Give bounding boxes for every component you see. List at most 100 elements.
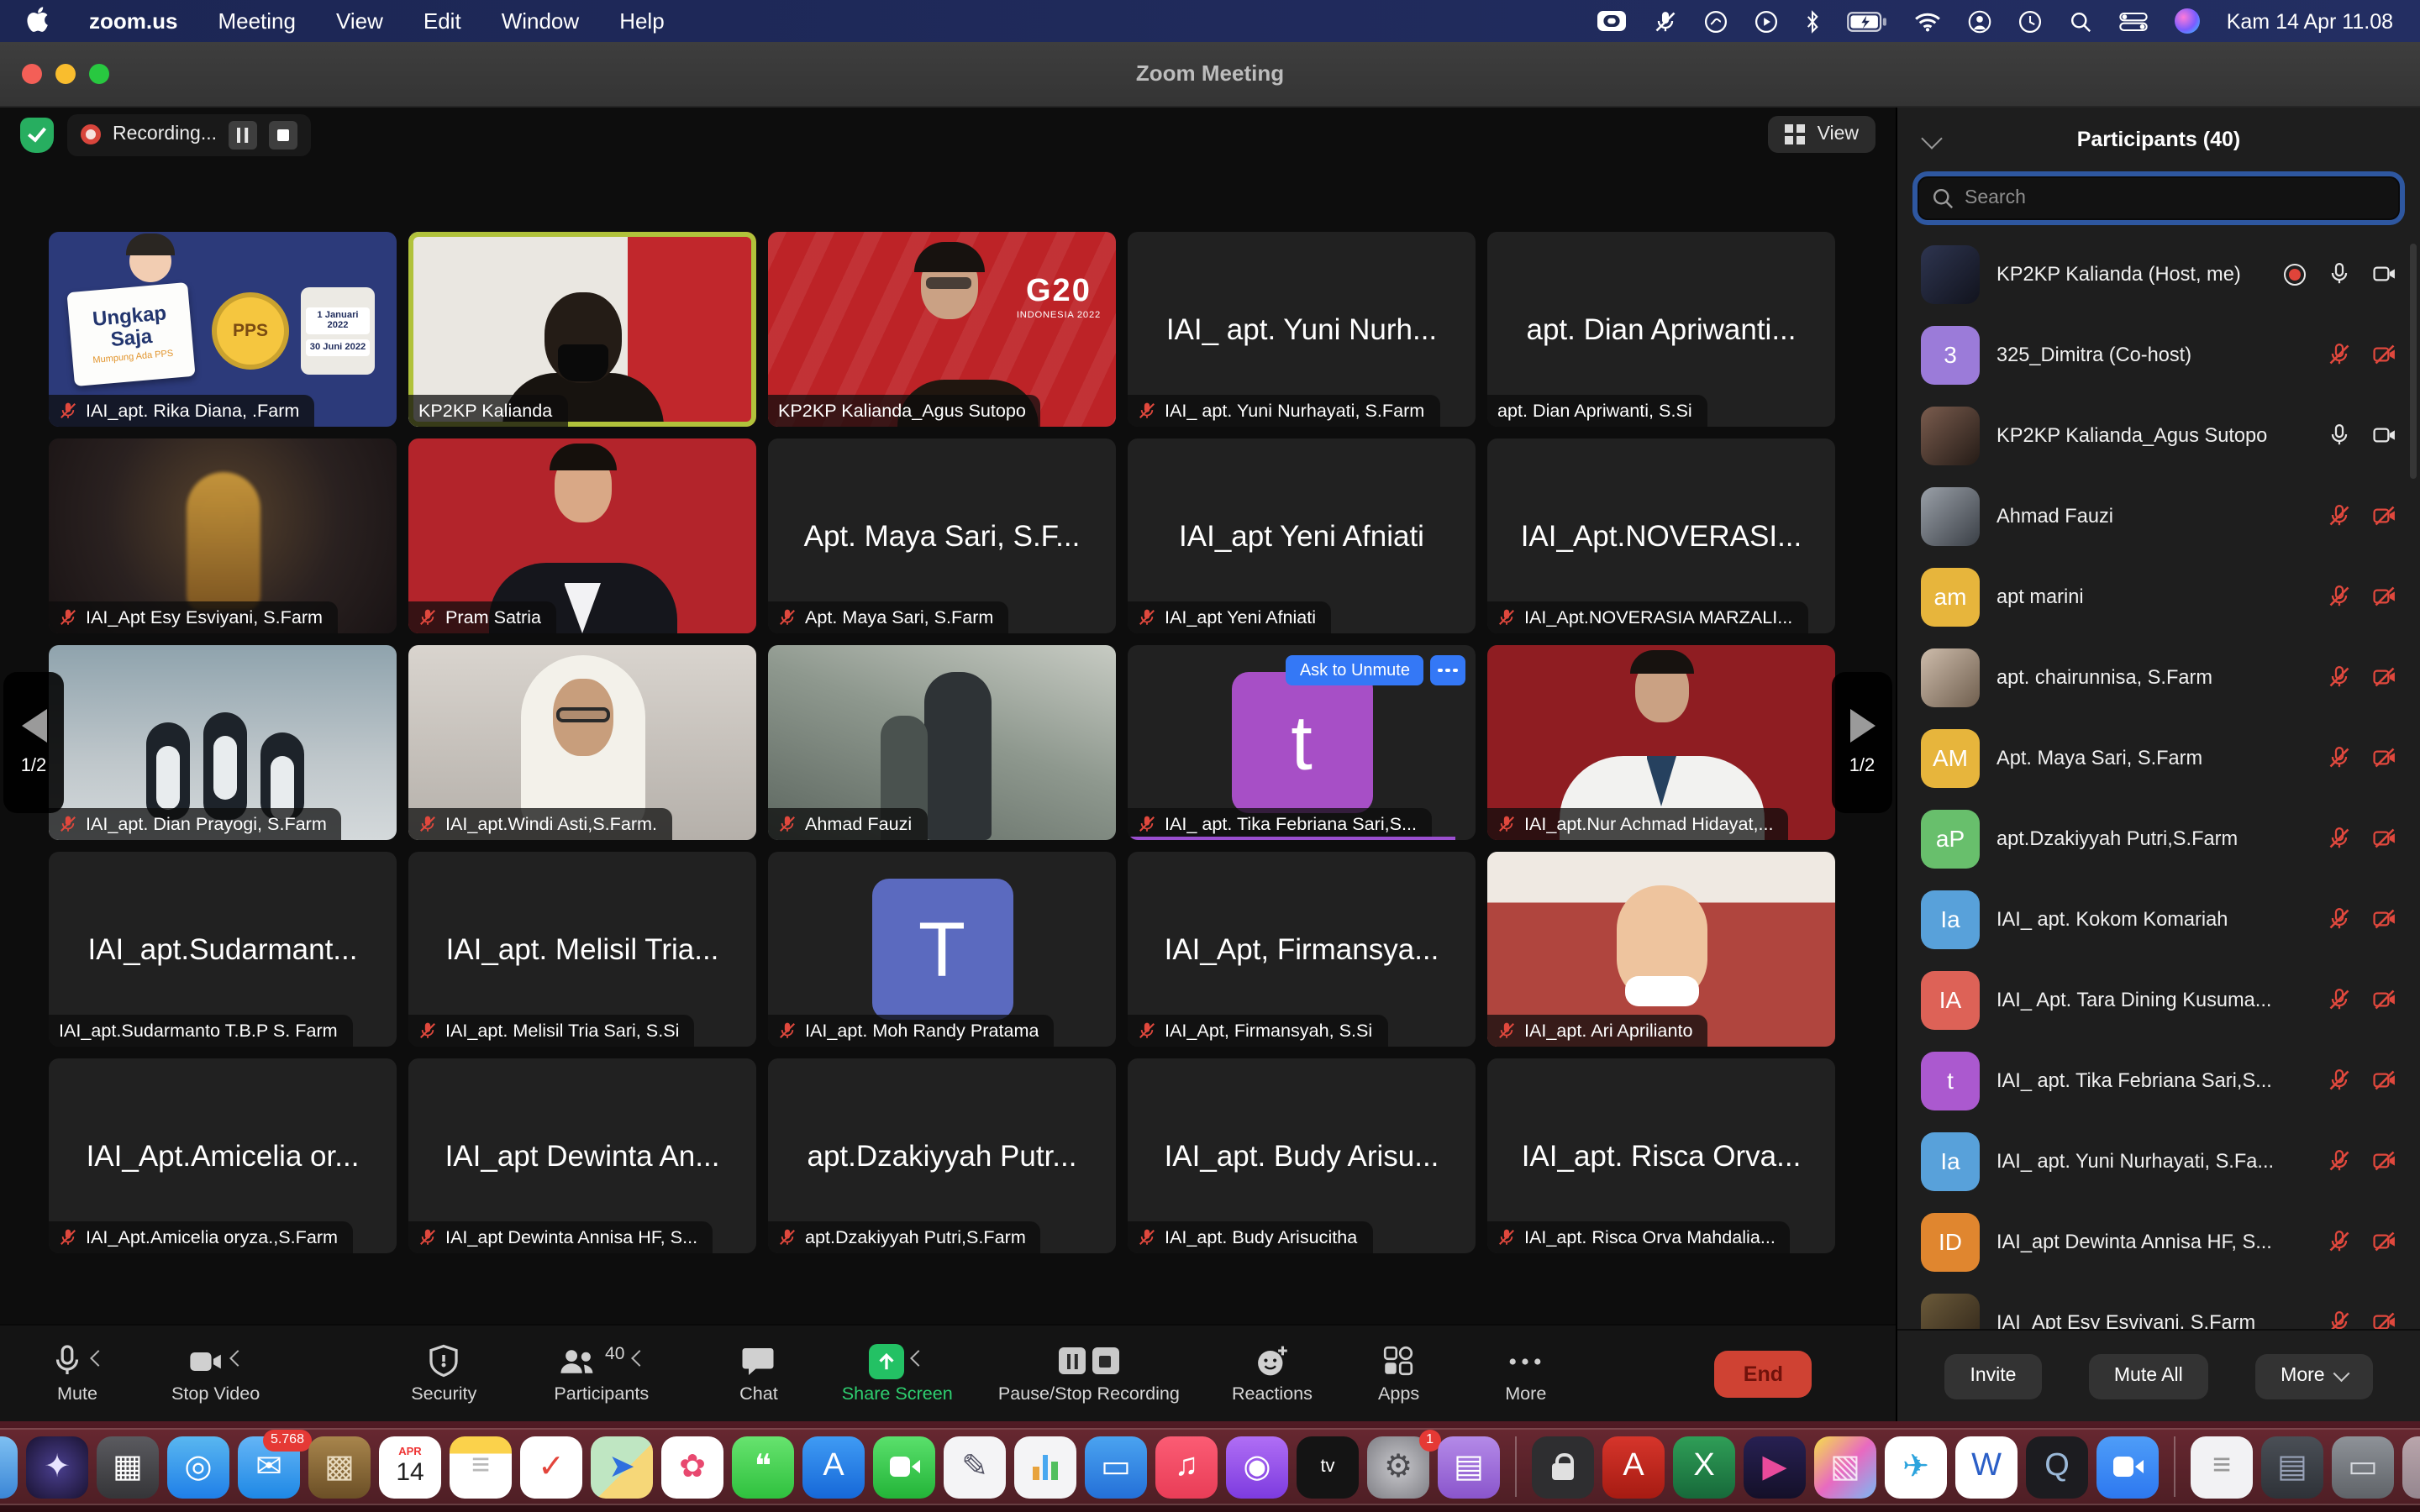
video-tile[interactable]: IAI_apt Yeni Afniati IAI_apt Yeni Afniat… (1128, 438, 1476, 633)
participants-chevron-icon[interactable] (631, 1349, 648, 1366)
menu-edit[interactable]: Edit (424, 8, 461, 34)
participant-row[interactable]: t IAI_ apt. Tika Febriana Sari,S... (1897, 1040, 2420, 1121)
share-options-chevron-icon[interactable] (911, 1349, 928, 1366)
video-tile[interactable]: IAI_apt. Budy Arisu... IAI_apt. Budy Ari… (1128, 1058, 1476, 1253)
creative-cloud-icon[interactable] (1704, 9, 1728, 33)
apps-button[interactable]: Apps (1378, 1342, 1419, 1404)
video-tile[interactable]: Ahmad Fauzi (768, 645, 1116, 840)
dock-zoom-icon[interactable] (2096, 1436, 2159, 1498)
dock-messages-icon[interactable]: ❝ (732, 1436, 794, 1498)
dock-document-file-icon[interactable]: ≡ (2191, 1436, 2253, 1498)
dock-apple-tv-icon[interactable]: tv (1297, 1436, 1359, 1498)
participant-row[interactable]: AM Apt. Maya Sari, S.Farm (1897, 717, 2420, 798)
dock-photo-booth-icon[interactable]: ▩ (308, 1436, 371, 1498)
panel-collapse-chevron-icon[interactable] (1921, 128, 1942, 149)
video-tile[interactable]: IAI_apt. Melisil Tria... IAI_apt. Melisi… (408, 852, 756, 1047)
dock-facetime-icon[interactable] (873, 1436, 935, 1498)
screen-recording-icon[interactable] (1597, 10, 1627, 32)
participants-search-input[interactable] (1918, 176, 2400, 220)
menu-view[interactable]: View (336, 8, 383, 34)
dock-acrobat-icon[interactable]: A (1602, 1436, 1665, 1498)
participant-row[interactable]: aP apt.Dzakiyyah Putri,S.Farm (1897, 798, 2420, 879)
battery-icon[interactable] (1847, 11, 1887, 31)
participant-row[interactable]: KP2KP Kalianda_Agus Sutopo (1897, 395, 2420, 475)
dock-calendar-icon[interactable]: APR14 (379, 1436, 441, 1498)
share-screen-button[interactable]: Share Screen (842, 1342, 953, 1404)
participant-row[interactable]: 3 325_Dimitra (Co-host) (1897, 314, 2420, 395)
spotlight-icon[interactable] (2069, 9, 2092, 33)
apple-menu-icon[interactable] (27, 6, 49, 36)
menu-app-name[interactable]: zoom.us (89, 8, 177, 34)
more-button[interactable]: More (1505, 1342, 1546, 1404)
pause-stop-recording-button[interactable]: Pause/Stop Recording (998, 1342, 1180, 1404)
video-tile[interactable]: G20INDONESIA 2022 KP2KP Kalianda_Agus Su… (768, 232, 1116, 427)
dock-keychain-lock-app-icon[interactable] (1532, 1436, 1594, 1498)
dock-file-gray-icon[interactable]: ▭ (2332, 1436, 2394, 1498)
video-tile[interactable]: IAI_apt Dewinta An... IAI_apt Dewinta An… (408, 1058, 756, 1253)
pause-recording-button[interactable] (229, 120, 257, 149)
video-tile[interactable]: IAI_ apt. Yuni Nurh... IAI_ apt. Yuni Nu… (1128, 232, 1476, 427)
video-tile[interactable]: IAI_Apt.NOVERASI... IAI_Apt.NOVERASIA MA… (1487, 438, 1835, 633)
dock-keynote-icon[interactable]: ▭ (1085, 1436, 1147, 1498)
reactions-button[interactable]: Reactions (1232, 1342, 1313, 1404)
video-tile[interactable]: IAI_apt. Risca Orva... IAI_apt. Risca Or… (1487, 1058, 1835, 1253)
dock-folder-dark-icon[interactable]: ▤ (2261, 1436, 2323, 1498)
dock-media-player-app-icon[interactable]: ▶ (1744, 1436, 1806, 1498)
dock-app-store-icon[interactable]: A (802, 1436, 865, 1498)
view-button[interactable]: View (1769, 116, 1876, 153)
dock-books-app-icon[interactable]: ▤ (1438, 1436, 1500, 1498)
video-tile[interactable]: t Ask to Unmute IAI_ apt. Tika Febriana … (1128, 645, 1476, 840)
mute-all-button[interactable]: Mute All (2089, 1353, 2208, 1399)
menu-meeting[interactable]: Meeting (218, 8, 296, 34)
dock-telegram-icon[interactable]: ✈ (1885, 1436, 1947, 1498)
video-tile[interactable]: IAI_Apt Esy Esviyani, S.Farm (49, 438, 397, 633)
menu-window[interactable]: Window (502, 8, 580, 34)
participant-row[interactable]: Ia IAI_ apt. Yuni Nurhayati, S.Fa... (1897, 1121, 2420, 1201)
participant-row[interactable]: KP2KP Kalianda (Host, me) (1897, 234, 2420, 314)
dock-trash-icon[interactable]: ▯ (2402, 1436, 2420, 1498)
stop-recording-button[interactable] (269, 120, 297, 149)
dock-quicktime-icon[interactable]: Q (2026, 1436, 2088, 1498)
video-tile-active-speaker[interactable]: KP2KP Kalianda (408, 232, 756, 427)
video-options-chevron-icon[interactable] (229, 1349, 246, 1366)
video-tile[interactable]: IAI_apt.Windi Asti,S.Farm. (408, 645, 756, 840)
play-status-icon[interactable] (1754, 9, 1778, 33)
dock-notes-icon[interactable]: ≡ (450, 1436, 512, 1498)
participant-row[interactable]: apt. chairunnisa, S.Farm (1897, 637, 2420, 717)
previous-page-button[interactable]: 1/2 (3, 672, 64, 813)
end-meeting-button[interactable]: End (1715, 1350, 1812, 1397)
mic-muted-status-icon[interactable] (1654, 9, 1677, 33)
next-page-button[interactable]: 1/2 (1832, 672, 1892, 813)
dock-numbers-icon[interactable] (1014, 1436, 1076, 1498)
invite-button[interactable]: Invite (1944, 1353, 2041, 1399)
chat-button[interactable]: Chat (739, 1342, 778, 1404)
control-center-icon[interactable] (2119, 11, 2148, 31)
dock-photos-icon[interactable]: ✿ (661, 1436, 723, 1498)
participant-row[interactable]: IA IAI_ Apt. Tara Dining Kusuma... (1897, 959, 2420, 1040)
dock-music-icon[interactable]: ♫ (1155, 1436, 1218, 1498)
video-tile[interactable]: IAI_apt. Ari Aprilianto (1487, 852, 1835, 1047)
dock-reminders-icon[interactable]: ✓ (520, 1436, 582, 1498)
video-tile[interactable]: IAI_Apt.Amicelia or... IAI_Apt.Amicelia … (49, 1058, 397, 1253)
security-button[interactable]: Security (411, 1342, 476, 1404)
dock-mail-icon[interactable]: ✉5.768 (238, 1436, 300, 1498)
dock-safari-icon[interactable]: ◎ (167, 1436, 229, 1498)
video-tile[interactable]: Apt. Maya Sari, S.F... Apt. Maya Sari, S… (768, 438, 1116, 633)
siri-icon[interactable] (2175, 8, 2200, 34)
user-account-icon[interactable] (1968, 9, 1991, 33)
video-tile[interactable]: IAI_apt.Nur Achmad Hidayat,... (1487, 645, 1835, 840)
clock-status-icon[interactable] (2018, 9, 2042, 33)
mute-options-chevron-icon[interactable] (90, 1349, 107, 1366)
participants-button[interactable]: 40 Participants (554, 1342, 649, 1404)
dock-preview-icon[interactable]: ✎ (944, 1436, 1006, 1498)
video-tile[interactable]: apt. Dian Apriwanti... apt. Dian Apriwan… (1487, 232, 1835, 427)
menubar-clock[interactable]: Kam 14 Apr 11.08 (2227, 9, 2393, 33)
video-tile[interactable]: IAI_Apt, Firmansya... IAI_Apt, Firmansya… (1128, 852, 1476, 1047)
dock-word-icon[interactable]: W (1955, 1436, 2018, 1498)
participant-row[interactable]: ID IAI_apt Dewinta Annisa HF, S... (1897, 1201, 2420, 1282)
video-tile[interactable]: apt.Dzakiyyah Putr... apt.Dzakiyyah Putr… (768, 1058, 1116, 1253)
video-tile[interactable]: Pram Satria (408, 438, 756, 633)
bluetooth-icon[interactable] (1805, 9, 1820, 33)
participant-row[interactable]: IAI_Apt Esy Esviyani, S.Farm (1897, 1282, 2420, 1329)
video-tile[interactable]: IAI_apt. Dian Prayogi, S.Farm (49, 645, 397, 840)
